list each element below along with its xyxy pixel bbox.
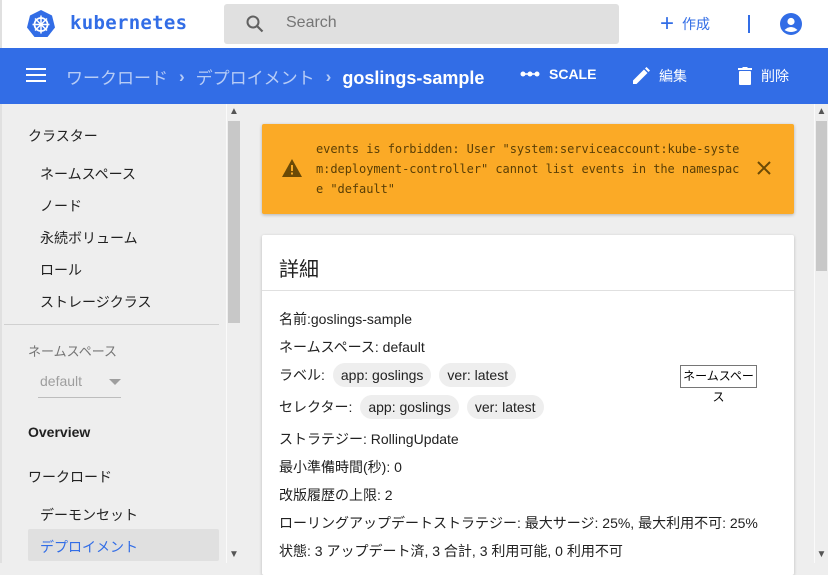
labels-label: ラベル:: [279, 367, 325, 383]
scroll-down-icon[interactable]: ▼: [227, 547, 241, 563]
breadcrumb-deployments[interactable]: デプロイメント: [196, 64, 315, 89]
app-bar: ワークロード › デプロイメント › goslings-sample SCALE…: [0, 48, 828, 104]
sidebar-item-nodes[interactable]: ノード: [40, 196, 82, 216]
scroll-up-icon[interactable]: ▲: [815, 104, 828, 120]
account-icon[interactable]: [780, 13, 802, 35]
chevron-right-icon: ›: [325, 66, 332, 86]
detail-labels: ラベル: app: goslings ver: latest: [279, 363, 517, 387]
close-icon[interactable]: [756, 160, 772, 176]
search-icon: [246, 15, 264, 33]
scale-label: SCALE: [549, 66, 597, 82]
detail-namespace: ネームスペース: default: [279, 337, 425, 357]
detail-status: 状態: 3 アップデート済, 3 合計, 3 利用可能, 0 利用不可: [279, 541, 623, 561]
kubernetes-logo-icon[interactable]: [26, 9, 56, 39]
brand-name[interactable]: kubernetes: [70, 12, 187, 34]
delete-button[interactable]: 削除: [738, 66, 789, 86]
name-label: 名前:: [279, 311, 311, 327]
dropdown-caret-icon: [109, 379, 121, 385]
revision-limit-value: 改版履歴の上限: 2: [279, 487, 393, 503]
detail-revision-limit: 改版履歴の上限: 2: [279, 485, 393, 505]
scale-icon: [520, 71, 540, 77]
sidebar-item-roles[interactable]: ロール: [40, 260, 82, 280]
sidebar-item-persistent-volumes[interactable]: 永続ボリューム: [40, 228, 138, 248]
selector-label: セレクター:: [279, 399, 353, 415]
detail-selector: セレクター: app: goslings ver: latest: [279, 395, 544, 419]
sidebar-item-storage-classes[interactable]: ストレージクラス: [40, 292, 151, 312]
chevron-right-icon: ›: [179, 66, 185, 86]
namespace-value: ネームスペース: default: [279, 339, 425, 355]
error-alert: events is forbidden: User "system:servic…: [262, 124, 794, 214]
menu-icon[interactable]: [26, 68, 46, 82]
strategy-value: ストラテジー: RollingUpdate: [279, 431, 459, 447]
min-ready-value: 最小準備時間(秒): 0: [279, 459, 402, 475]
label-chip[interactable]: ver: latest: [439, 363, 517, 387]
delete-label: 削除: [761, 68, 789, 84]
sidebar-item-namespaces[interactable]: ネームスペース: [40, 164, 136, 184]
sidebar-item-deployments[interactable]: デプロイメント: [28, 529, 219, 561]
sidebar-item-workloads[interactable]: ワークロード: [28, 467, 112, 487]
alert-message: events is forbidden: User "system:servic…: [316, 142, 740, 196]
breadcrumb: ワークロード › デプロイメント › goslings-sample: [66, 64, 484, 89]
sidebar-item-cluster[interactable]: クラスター: [28, 126, 98, 146]
sidebar-item-daemon-sets[interactable]: デーモンセット: [40, 505, 138, 525]
sidebar-scrollbar[interactable]: ▲ ▼: [226, 104, 241, 563]
trash-icon: [738, 67, 752, 85]
top-bar: kubernetes + 作成: [0, 0, 828, 48]
detail-min-ready: 最小準備時間(秒): 0: [279, 457, 402, 477]
sidebar-scroll-thumb[interactable]: [228, 121, 240, 323]
rolling-update-value: ローリングアップデートストラテジー: 最大サージ: 25%, 最大利用不可: 2…: [279, 515, 758, 531]
name-value: goslings-sample: [310, 311, 413, 327]
namespace-label: ネームスペース: [28, 344, 118, 359]
edit-button[interactable]: 編集: [632, 66, 687, 86]
create-label: 作成: [682, 16, 711, 32]
divider: [748, 15, 750, 33]
sidebar-item-overview[interactable]: Overview: [28, 424, 90, 440]
search-bar[interactable]: [224, 4, 619, 44]
scroll-down-icon[interactable]: ▼: [815, 547, 828, 563]
create-button[interactable]: + 作成: [660, 12, 710, 36]
sidebar: クラスター ネームスペース ノード 永続ボリューム ロール ストレージクラス ネ…: [0, 104, 242, 563]
scale-button[interactable]: SCALE: [520, 66, 596, 82]
details-title: 詳細: [279, 259, 319, 281]
sidebar-divider: [4, 324, 219, 325]
detail-strategy: ストラテジー: RollingUpdate: [279, 429, 459, 449]
plus-icon: +: [660, 10, 675, 37]
detail-rolling-update: ローリングアップデートストラテジー: 最大サージ: 25%, 最大利用不可: 2…: [279, 513, 758, 533]
namespace-tooltip: ネームスペース: [680, 365, 757, 404]
selector-chip[interactable]: app: goslings: [360, 395, 459, 419]
pencil-icon: [633, 67, 650, 84]
selector-chip[interactable]: ver: latest: [466, 395, 544, 419]
namespace-select[interactable]: default: [38, 366, 121, 398]
main-scroll-thumb[interactable]: [816, 121, 827, 271]
sidebar-item-deployments-label: デプロイメント: [40, 539, 138, 555]
namespace-select-value: default: [40, 373, 83, 389]
main-scrollbar[interactable]: ▲ ▼: [814, 104, 828, 563]
card-divider: [262, 290, 794, 291]
status-value: 状態: 3 アップデート済, 3 合計, 3 利用可能, 0 利用不可: [279, 543, 623, 559]
page-title: goslings-sample: [342, 67, 485, 88]
breadcrumb-workloads[interactable]: ワークロード: [66, 64, 168, 89]
detail-name: 名前: goslings-sample: [279, 309, 412, 329]
search-input[interactable]: [286, 14, 606, 32]
scroll-up-icon[interactable]: ▲: [227, 104, 241, 120]
edit-label: 編集: [659, 68, 687, 84]
warning-icon: [282, 159, 302, 177]
label-chip[interactable]: app: goslings: [332, 363, 432, 387]
